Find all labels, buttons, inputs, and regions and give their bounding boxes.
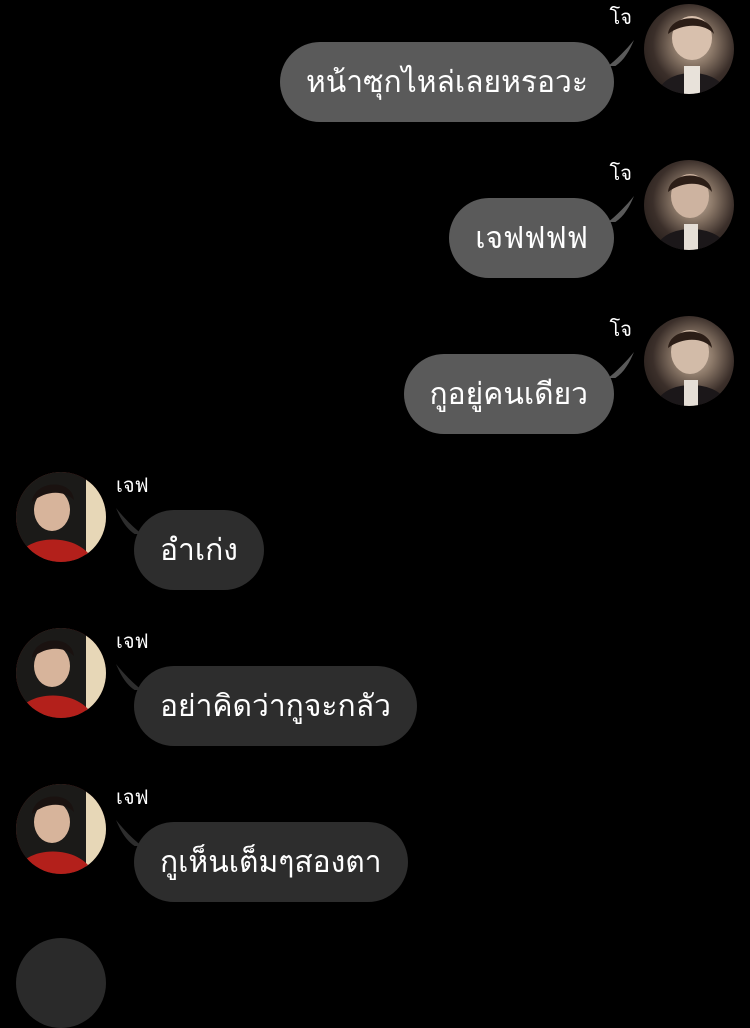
incoming-message-bubble[interactable]: กูเห็นเต็มๆสองตา	[134, 822, 408, 902]
user-avatar-icon[interactable]	[16, 628, 106, 718]
user-avatar-icon[interactable]	[644, 4, 734, 94]
message-row: เจฟ อย่าคิดว่ากูจะกลัว	[0, 624, 750, 780]
message-row: เจฟ กูเห็นเต็มๆสองตา	[0, 780, 750, 936]
incoming-message-bubble[interactable]: อำเก่ง	[134, 510, 264, 590]
user-avatar-icon[interactable]	[644, 316, 734, 406]
user-avatar-icon[interactable]	[644, 160, 734, 250]
sender-name: โจ	[609, 317, 632, 341]
user-avatar-icon[interactable]	[16, 938, 106, 1028]
outgoing-message-bubble[interactable]: กูอยู่คนเดียว	[403, 354, 614, 434]
outgoing-message-bubble[interactable]: หน้าซุกไหล่เลยหรอวะ	[280, 42, 614, 122]
outgoing-message-bubble[interactable]: เจฟฟฟฟ	[449, 198, 614, 278]
sender-name: เจฟ	[116, 785, 149, 809]
message-row: โจ เจฟฟฟฟ	[0, 156, 750, 312]
bubble-tail	[608, 196, 634, 222]
user-avatar-icon[interactable]	[16, 784, 106, 874]
bubble-tail	[608, 40, 634, 66]
sender-name: เจฟ	[116, 629, 149, 653]
message-row: เจฟ อำเก่ง	[0, 468, 750, 624]
message-row: โจ กูอยู่คนเดียว	[0, 312, 750, 468]
user-avatar-icon[interactable]	[16, 472, 106, 562]
incoming-message-bubble[interactable]: อย่าคิดว่ากูจะกลัว	[134, 666, 417, 746]
sender-name: โจ	[609, 161, 632, 185]
message-row: โจ หน้าซุกไหล่เลยหรอวะ	[0, 0, 750, 156]
bubble-tail	[608, 352, 634, 378]
sender-name: เจฟ	[116, 473, 149, 497]
sender-name: โจ	[609, 5, 632, 29]
